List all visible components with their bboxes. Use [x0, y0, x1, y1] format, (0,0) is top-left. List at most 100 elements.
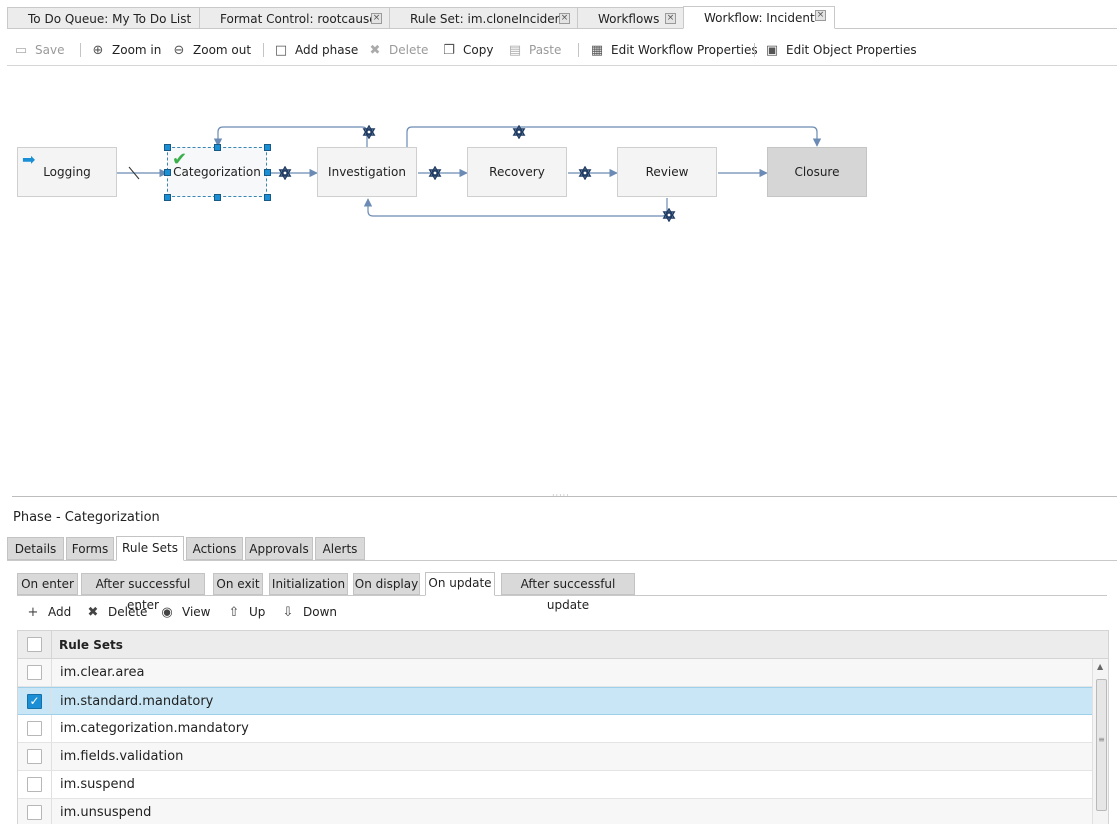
tab-initialization[interactable]: Initialization	[269, 573, 348, 595]
tab-on-enter[interactable]: On enter	[17, 573, 78, 595]
workflow-toolbar: ▭ Save ⊕ Zoom in ⊖ Zoom out □ Add phase ✖ Del…	[7, 36, 1117, 66]
save-icon: ▭	[14, 43, 28, 58]
zoom-in-button[interactable]: ⊕ Zoom in	[90, 41, 162, 59]
vertical-scrollbar[interactable]: ▲ ≡	[1092, 659, 1108, 824]
scrollbar-thumb[interactable]: ≡	[1096, 679, 1107, 811]
table-row[interactable]: im.fields.validation	[18, 743, 1092, 771]
row-checkbox[interactable]	[27, 805, 42, 820]
table-row[interactable]: ✓ im.standard.mandatory	[18, 687, 1092, 715]
row-checkbox[interactable]: ✓	[27, 694, 42, 709]
add-button[interactable]: + Add	[26, 602, 72, 622]
phase-closure[interactable]: Closure	[767, 147, 867, 197]
move-down-button[interactable]: ⇩ Down	[281, 602, 337, 622]
phase-recovery[interactable]: Recovery	[467, 147, 567, 197]
transition-investigation-closure[interactable]	[406, 126, 822, 147]
table-row[interactable]: im.unsuspend	[18, 799, 1092, 824]
resize-handle[interactable]	[264, 144, 271, 151]
phase-review[interactable]: Review	[617, 147, 717, 197]
tab-format-control[interactable]: Format Control: rootcause ×	[199, 7, 389, 29]
tab-approvals[interactable]: Approvals	[245, 537, 313, 560]
resize-handle[interactable]	[264, 169, 271, 176]
add-phase-icon: □	[274, 43, 288, 58]
tab-label: Format Control: rootcause	[220, 12, 377, 26]
grip-icon: ≡	[1098, 735, 1105, 744]
row-checkbox[interactable]	[27, 721, 42, 736]
transition-investigation-categorization[interactable]	[213, 126, 368, 147]
resize-handle[interactable]	[164, 194, 171, 201]
delete-button[interactable]: ✖ Delete	[367, 41, 429, 59]
tab-actions[interactable]: Actions	[186, 537, 243, 560]
phase-label: Review	[645, 165, 689, 179]
rule-set-name: im.suspend	[60, 777, 135, 792]
phase-label: Closure	[794, 165, 840, 179]
row-checkbox[interactable]	[27, 665, 42, 680]
resize-handle[interactable]	[214, 144, 221, 151]
resize-handle[interactable]	[264, 194, 271, 201]
transition-rule-icon[interactable]	[663, 208, 675, 222]
resize-handle[interactable]	[214, 194, 221, 201]
transition-rule-icon[interactable]	[429, 166, 441, 180]
transition-rule-icon[interactable]	[279, 166, 291, 180]
select-all-checkbox[interactable]	[27, 637, 42, 652]
paste-button[interactable]: ▤ Paste	[507, 41, 562, 59]
view-button[interactable]: ◉ View	[160, 602, 210, 622]
tab-todo-queue[interactable]: To Do Queue: My To Do List	[7, 7, 199, 29]
phase-label: Logging	[43, 165, 91, 179]
tab-forms[interactable]: Forms	[66, 537, 114, 560]
splitter-grip-icon[interactable]: ·····	[552, 492, 586, 500]
tab-workflows[interactable]: Workflows ×	[577, 7, 683, 29]
rule-set-name: im.standard.mandatory	[60, 694, 214, 709]
resize-handle[interactable]	[164, 169, 171, 176]
edit-object-properties-button[interactable]: ▣ Edit Object Properties	[764, 41, 917, 59]
rule-set-name: im.unsuspend	[60, 805, 152, 820]
grid-header: Rule Sets	[18, 631, 1108, 659]
tab-rule-set[interactable]: Rule Set: im.cloneIncident ×	[389, 7, 577, 29]
tab-on-update[interactable]: On update	[425, 572, 495, 596]
row-checkbox[interactable]	[27, 749, 42, 764]
table-row[interactable]: im.suspend	[18, 771, 1092, 799]
phase-label: Recovery	[489, 165, 545, 179]
tab-after-successful-enter[interactable]: After successful enter	[81, 573, 205, 612]
rule-set-name: im.clear.area	[60, 665, 145, 680]
row-checkbox[interactable]	[27, 777, 42, 792]
column-header-rule-sets[interactable]: Rule Sets	[59, 631, 123, 659]
tab-on-exit[interactable]: On exit	[213, 573, 263, 595]
tab-label: Rule Set: im.cloneIncident	[410, 12, 567, 26]
tab-workflow-incident[interactable]: Workflow: Incident ×	[683, 6, 835, 29]
paste-icon: ▤	[508, 43, 522, 58]
workflow-canvas[interactable]: Logging ➡ Categorization ✔ Investigation…	[0, 68, 1117, 496]
scroll-up-icon[interactable]: ▲	[1097, 663, 1103, 671]
phase-detail-tabs: Details Forms Rule Sets Actions Approval…	[7, 536, 1117, 561]
close-icon[interactable]: ×	[665, 13, 676, 24]
save-button[interactable]: ▭ Save	[13, 41, 65, 59]
delete-rule-set-button[interactable]: ✖ Delete	[86, 602, 148, 622]
copy-icon: ❐	[443, 43, 455, 58]
column-divider	[51, 631, 52, 659]
transition-rule-icon[interactable]	[579, 166, 591, 180]
resize-handle[interactable]	[164, 144, 171, 151]
transition-rule-icon[interactable]	[513, 125, 525, 139]
phase-investigation[interactable]: Investigation	[317, 147, 417, 197]
table-row[interactable]: im.clear.area	[18, 659, 1092, 687]
close-icon[interactable]: ×	[815, 10, 826, 21]
tab-on-display[interactable]: On display	[353, 573, 420, 595]
column-divider	[51, 715, 52, 742]
edit-workflow-properties-button[interactable]: ▦ Edit Workflow Properties	[589, 41, 758, 59]
tab-after-successful-update[interactable]: After successful update	[501, 573, 635, 612]
close-icon[interactable]: ×	[559, 13, 570, 24]
toolbar-separator	[754, 43, 755, 57]
move-up-button[interactable]: ⇧ Up	[227, 602, 266, 622]
zoom-out-button[interactable]: ⊖ Zoom out	[171, 41, 252, 59]
add-phase-button[interactable]: □ Add phase	[273, 41, 358, 59]
tab-details[interactable]: Details	[7, 537, 64, 560]
object-properties-icon: ▣	[765, 43, 779, 58]
arrow-down-icon: ⇩	[282, 605, 294, 620]
checkmark-icon: ✔	[172, 149, 188, 170]
copy-button[interactable]: ❐ Copy	[441, 41, 493, 59]
table-row[interactable]: im.categorization.mandatory	[18, 715, 1092, 743]
transition-review-investigation[interactable]	[363, 198, 668, 217]
tab-rule-sets[interactable]: Rule Sets	[116, 536, 184, 561]
tab-alerts[interactable]: Alerts	[315, 537, 365, 560]
rule-sets-grid: Rule Sets im.clear.area ✓ im.standard.ma…	[17, 630, 1109, 824]
close-icon[interactable]: ×	[371, 13, 382, 24]
